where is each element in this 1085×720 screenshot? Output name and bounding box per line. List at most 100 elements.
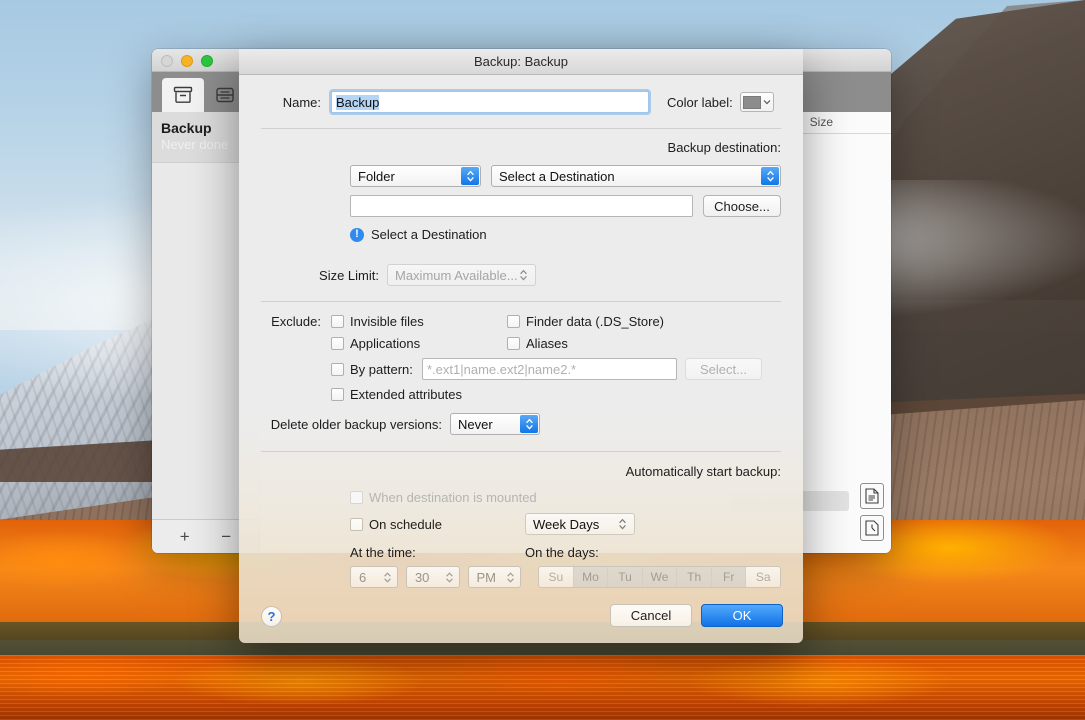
- name-row: Name: Backup Color label:: [261, 91, 781, 113]
- divider-1: [261, 128, 781, 129]
- exclude-invisible-files-checkbox[interactable]: Invisible files: [331, 314, 507, 329]
- history-button[interactable]: [860, 515, 884, 541]
- sidebar-item-status: Never done: [161, 137, 250, 153]
- schedule-frequency-dropdown[interactable]: Week Days: [525, 513, 635, 535]
- day-segment-su[interactable]: Su: [539, 567, 574, 587]
- delete-versions-value: Never: [458, 417, 493, 432]
- day-segment-sa[interactable]: Sa: [746, 567, 780, 587]
- checkbox-box: [507, 315, 520, 328]
- checkbox-label: By pattern:: [350, 362, 413, 377]
- checkbox-box: [507, 337, 520, 350]
- hour-value: 6: [359, 570, 366, 585]
- days-of-week-selector[interactable]: Su Mo Tu We Th Fr Sa: [538, 566, 781, 588]
- on-schedule-checkbox[interactable]: On schedule: [350, 517, 525, 532]
- divider-2: [261, 301, 781, 302]
- checkbox-box: [331, 315, 344, 328]
- chevron-updown-icon: [514, 266, 532, 284]
- info-circle-icon: !: [350, 228, 364, 242]
- destination-type-dropdown[interactable]: Folder: [350, 165, 481, 187]
- on-the-days-label: On the days:: [525, 545, 599, 560]
- size-limit-label: Size Limit:: [261, 268, 379, 283]
- exclude-finder-data-checkbox[interactable]: Finder data (.DS_Store): [507, 314, 664, 329]
- day-segment-tu[interactable]: Tu: [608, 567, 643, 587]
- choose-button[interactable]: Choose...: [703, 195, 781, 217]
- chevron-updown-icon: [383, 571, 392, 584]
- chevron-updown-icon: [445, 571, 454, 584]
- document-icon: [865, 488, 879, 504]
- name-input-value: Backup: [336, 95, 379, 110]
- checkbox-box: [350, 491, 363, 504]
- chevron-updown-icon: [461, 167, 479, 185]
- checkbox-box: [350, 518, 363, 531]
- destination-section-label: Backup destination:: [261, 140, 781, 155]
- exclude-applications-checkbox[interactable]: Applications: [331, 336, 507, 351]
- content-side-buttons: [860, 483, 884, 541]
- checkbox-label: Invisible files: [350, 314, 424, 329]
- color-label-dropdown[interactable]: [740, 92, 774, 112]
- exclude-extended-attributes-checkbox[interactable]: Extended attributes: [331, 387, 462, 402]
- day-segment-th[interactable]: Th: [677, 567, 712, 587]
- day-segment-fr[interactable]: Fr: [712, 567, 747, 587]
- destination-warning-text: Select a Destination: [371, 227, 487, 242]
- size-limit-dropdown[interactable]: Maximum Available...: [387, 264, 536, 286]
- checkbox-label: On schedule: [369, 517, 442, 532]
- name-label: Name:: [261, 95, 321, 110]
- when-mounted-row: When destination is mounted: [261, 490, 781, 505]
- clock-icon: [865, 520, 879, 536]
- ok-button[interactable]: OK: [701, 604, 783, 627]
- color-label-label: Color label:: [667, 95, 733, 110]
- sheet-footer-buttons: Cancel OK: [610, 604, 783, 627]
- cancel-button[interactable]: Cancel: [610, 604, 692, 627]
- destination-path-row: Choose...: [261, 195, 781, 217]
- day-segment-mo[interactable]: Mo: [574, 567, 609, 587]
- sheet-body: Name: Backup Color label: Backup destina…: [239, 91, 803, 588]
- minimize-button[interactable]: [181, 55, 193, 67]
- remove-backup-button[interactable]: −: [221, 527, 231, 547]
- destination-target-value: Select a Destination: [499, 169, 615, 184]
- window-traffic-lights: [161, 55, 213, 67]
- day-segment-we[interactable]: We: [643, 567, 678, 587]
- at-the-time-label: At the time:: [350, 545, 525, 560]
- exclude-pattern-input[interactable]: *.ext1|name.ext2|name2.*: [422, 358, 677, 380]
- destination-path-input[interactable]: [350, 195, 693, 217]
- chevron-down-icon: [763, 99, 771, 105]
- close-button[interactable]: [161, 55, 173, 67]
- name-input[interactable]: Backup: [331, 91, 649, 113]
- on-schedule-row: On schedule Week Days: [261, 513, 781, 535]
- exclude-row-3: By pattern: *.ext1|name.ext2|name2.* Sel…: [261, 358, 781, 380]
- checkbox-label: When destination is mounted: [369, 490, 537, 505]
- exclude-pattern-placeholder: *.ext1|name.ext2|name2.*: [427, 362, 576, 377]
- destination-warning-row: ! Select a Destination: [350, 227, 781, 242]
- exclude-aliases-checkbox[interactable]: Aliases: [507, 336, 568, 351]
- meridiem-stepper[interactable]: PM: [468, 566, 522, 588]
- hour-stepper[interactable]: 6: [350, 566, 398, 588]
- chevron-updown-icon: [761, 167, 779, 185]
- exclude-row-1: Exclude: Invisible files Finder data (.D…: [261, 314, 781, 329]
- delete-versions-row: Delete older backup versions: Never: [261, 413, 781, 435]
- add-backup-button[interactable]: +: [180, 527, 190, 547]
- backup-settings-sheet: Backup: Backup Name: Backup Color label:…: [239, 49, 803, 643]
- chevron-updown-icon: [506, 571, 515, 584]
- delete-versions-dropdown[interactable]: Never: [450, 413, 540, 435]
- checkbox-label: Extended attributes: [350, 387, 462, 402]
- checkbox-box: [331, 363, 344, 376]
- zoom-button[interactable]: [201, 55, 213, 67]
- column-header-size: Size: [810, 115, 833, 129]
- destination-target-dropdown[interactable]: Select a Destination: [491, 165, 781, 187]
- help-button[interactable]: ?: [261, 606, 282, 627]
- size-limit-value: Maximum Available...: [395, 268, 518, 283]
- checkbox-label: Finder data (.DS_Store): [526, 314, 664, 329]
- exclude-row-4: Extended attributes: [261, 387, 781, 402]
- sheet-title: Backup: Backup: [239, 49, 803, 75]
- checkbox-label: Aliases: [526, 336, 568, 351]
- destination-type-value: Folder: [358, 169, 395, 184]
- checkbox-box: [331, 337, 344, 350]
- pattern-select-button[interactable]: Select...: [685, 358, 762, 380]
- delete-versions-label: Delete older backup versions:: [261, 417, 442, 432]
- exclude-by-pattern-checkbox[interactable]: By pattern:: [331, 362, 416, 377]
- minute-stepper[interactable]: 30: [406, 566, 460, 588]
- log-button[interactable]: [860, 483, 884, 509]
- schedule-frequency-value: Week Days: [533, 517, 599, 532]
- when-destination-mounted-checkbox[interactable]: When destination is mounted: [350, 490, 537, 505]
- size-limit-row: Size Limit: Maximum Available...: [261, 264, 781, 286]
